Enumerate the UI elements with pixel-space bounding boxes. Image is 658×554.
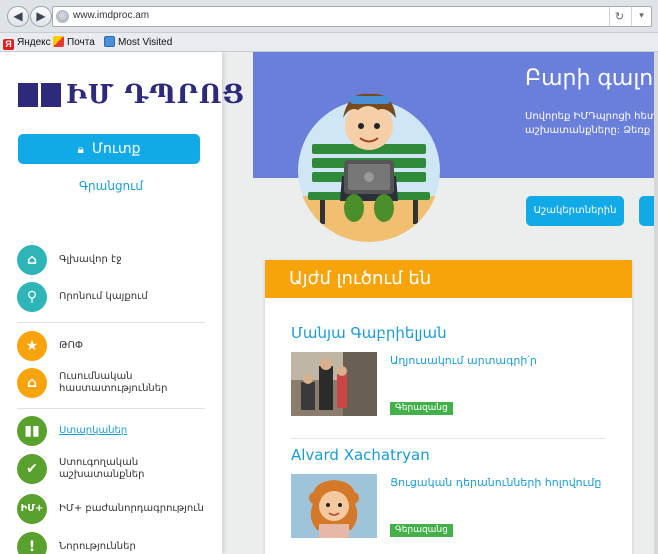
grade-badge: Գերազանց	[390, 524, 453, 537]
institution-icon: ⌂	[17, 368, 47, 398]
reader-name[interactable]: Մանյա Գաբրիելյան	[291, 324, 447, 342]
nav-item-institutions[interactable]: ⌂ Ուսումնական հաստատություններ	[17, 368, 207, 398]
bookmarks-bar: Я Яндекс Почта Most Visited	[0, 33, 658, 52]
login-button[interactable]: 🔒︎ Մուտք	[18, 134, 200, 164]
nav-item-search[interactable]: ⚲ Որոնում կայքում	[17, 282, 207, 312]
globe-icon: ◎	[56, 10, 69, 23]
page-scrollbar[interactable]	[654, 52, 658, 554]
book-logo-icon	[18, 83, 62, 107]
mail-icon	[53, 36, 64, 47]
star-icon: ★	[17, 331, 47, 361]
reader-book-link[interactable]: Ցուցական դերանունների հոլովումը	[390, 476, 601, 489]
nav-label: Ուսումնական հաստատություններ	[59, 371, 168, 394]
reload-icon: ↻	[614, 10, 625, 23]
hero-subtitle-line: Սովորեք ԻՄԴպրոցի հետ	[525, 111, 657, 122]
reload-button[interactable]: ↻	[609, 7, 629, 26]
bookmark-pochta[interactable]: Почта	[53, 36, 95, 49]
hero-subtitle: Սովորեք ԻՄԴպրոցի հետ աշխատանքները: Ձեռք	[525, 110, 657, 138]
search-engine-icon: ▾	[639, 11, 644, 21]
nav-item-subscription[interactable]: ԻՄ+ ԻՄ+ բաժանորդագրություն	[17, 494, 207, 524]
nav-divider	[17, 322, 205, 323]
forward-button[interactable]: ▶	[30, 6, 52, 27]
nav-label: Ստարկաներ	[59, 425, 128, 436]
yandex-icon: Я	[3, 39, 14, 50]
nav-label: Որոնում կայքում	[59, 291, 148, 302]
nav-label: Ստուգողական աշխատանքներ	[59, 457, 145, 480]
nav-item-top[interactable]: ★ ԹՈՓ	[17, 331, 207, 361]
lock-icon: 🔒︎	[77, 142, 84, 156]
logo-text: ԻՄ ԴՊՐՈՑ	[66, 80, 246, 110]
nav-label: Գլխավոր էջ	[59, 254, 122, 265]
nav-label: Նորություններ	[59, 541, 136, 552]
arrow-right-icon: ▶	[36, 9, 46, 23]
url-text: www.imdproc.am	[73, 10, 150, 21]
reader-divider	[291, 438, 605, 439]
bookmark-label: Most Visited	[118, 37, 173, 48]
hero-subtitle-line: աշխատանքները: Ձեռք	[525, 125, 651, 136]
nav-divider	[17, 408, 205, 409]
most-visited-icon	[104, 36, 115, 47]
grade-badge: Գերազանց	[390, 402, 453, 415]
bookmark-label: Яндекс	[17, 37, 51, 48]
reader-name[interactable]: Alvard Xachatryan	[291, 446, 430, 464]
check-icon: ✔	[17, 454, 47, 484]
card-header: Այժմ լուծում են	[265, 260, 632, 298]
nav-label: ԹՈՓ	[59, 340, 84, 351]
nav-item-home[interactable]: ⌂ Գլխավոր էջ	[17, 245, 207, 275]
arrow-left-icon: ◀	[13, 9, 23, 23]
now-solving-card: Այժմ լուծում են Մանյա Գաբրիելյան Աղյուսա…	[265, 260, 632, 554]
im-plus-icon: ԻՄ+	[17, 494, 47, 524]
back-button[interactable]: ◀	[7, 6, 29, 27]
nav-item-tests[interactable]: ✔ Ստուգողական աշխատանքներ	[17, 454, 207, 484]
browser-toolbar: ◀ ▶ ◎ www.imdproc.am ↻ ▾	[0, 0, 658, 33]
hero-title: Բարի գալուստ	[525, 66, 658, 91]
reader-photo[interactable]	[291, 352, 377, 416]
mascot-illustration	[298, 76, 440, 242]
register-link[interactable]: Գրանցում	[0, 179, 222, 193]
bookmark-label: Почта	[67, 37, 95, 48]
login-label: Մուտք	[91, 141, 141, 157]
search-icon: ⚲	[17, 282, 47, 312]
nav-item-news[interactable]: ! Նորություններ	[17, 532, 207, 554]
reader-book-link[interactable]: Աղյուսակում արտագրի՛ր	[390, 354, 537, 367]
page: ԻՄ ԴՊՐՈՑ 🔒︎ Մուտք Գրանցում ⌂ Գլխավոր էջ ⚲…	[0, 52, 658, 554]
reader-avatar[interactable]	[291, 474, 377, 538]
bookmark-most-visited[interactable]: Most Visited	[104, 36, 172, 49]
address-bar[interactable]: ◎ www.imdproc.am ↻ ▾	[52, 6, 652, 27]
home-icon: ⌂	[17, 245, 47, 275]
bookmark-yandex[interactable]: Я Яндекс	[3, 36, 51, 50]
extra-button[interactable]: ▾	[631, 7, 651, 26]
sidebar: ԻՄ ԴՊՐՈՑ 🔒︎ Մուտք Գրանցում ⌂ Գլխավոր էջ ⚲…	[0, 52, 244, 554]
book-icon: ▮▮	[17, 416, 47, 446]
nav-item-subjects[interactable]: ▮▮ Ստարկաներ	[17, 416, 207, 446]
students-button[interactable]: Աշակերտներին	[526, 196, 624, 226]
exclamation-icon: !	[17, 532, 47, 554]
nav-label: ԻՄ+ բաժանորդագրություն	[59, 503, 204, 514]
